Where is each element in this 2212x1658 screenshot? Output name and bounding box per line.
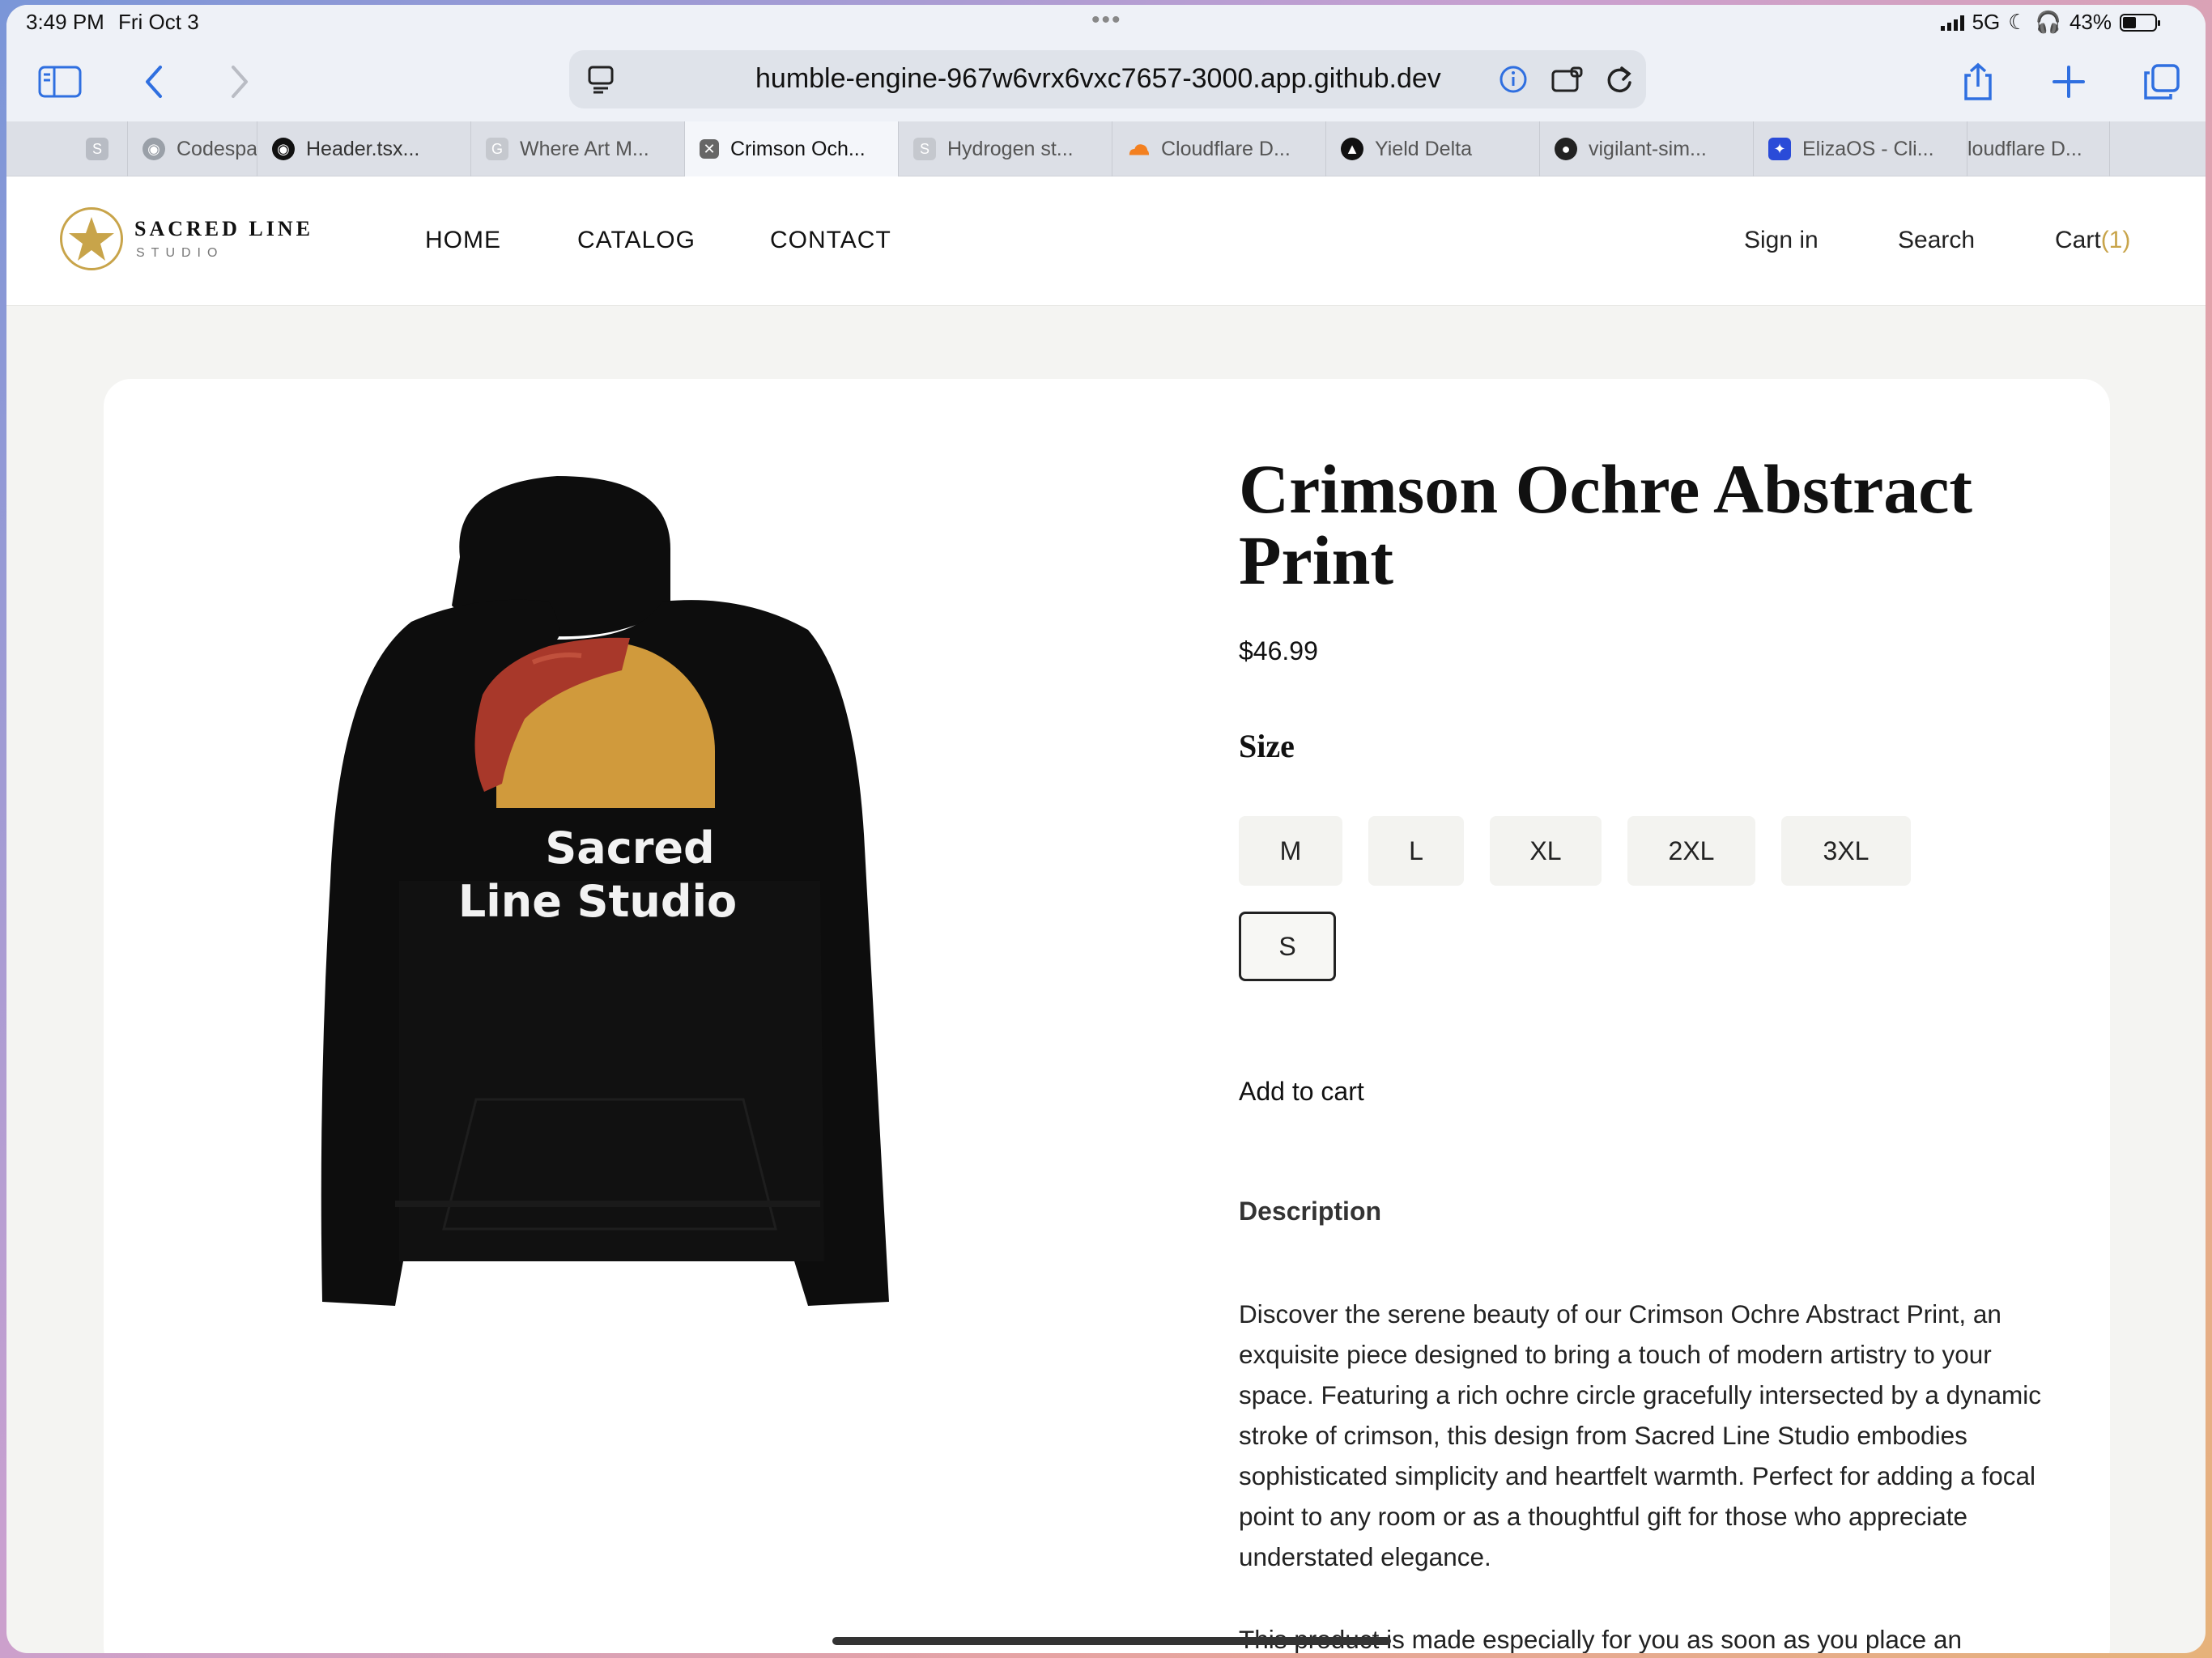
nav-home[interactable]: HOME [425, 227, 501, 254]
size-option-2xl[interactable]: 2XL [1627, 816, 1755, 886]
size-option-m[interactable]: M [1239, 816, 1342, 886]
multitasking-dots-icon[interactable]: ••• [1091, 6, 1122, 34]
reload-icon[interactable] [1604, 63, 1635, 100]
triangle-favicon-icon: ▲ [1341, 138, 1363, 160]
share-icon[interactable] [1958, 60, 1998, 104]
battery-percent: 43% [2069, 10, 2112, 34]
url-text[interactable]: humble-engine-967w6vrx6vxc7657-3000.app.… [755, 63, 1441, 95]
product-title: Crimson Ochre Abstract Print [1239, 450, 1973, 599]
product-price: $46.99 [1239, 636, 1318, 665]
cart-count-badge: (1) [2100, 227, 2131, 253]
size-option-s[interactable]: S [1239, 912, 1336, 981]
ipad-screen: 3:49 PM Fri Oct 3 ••• 5G ☾ 🎧 43% humble-… [6, 5, 2206, 1653]
tab-header-tsx[interactable]: ◉ Header.tsx... [257, 121, 471, 176]
brand-name[interactable]: SACRED LINE [134, 217, 313, 241]
print-text-line2: Line Studio [458, 876, 737, 927]
tab-label: loudflare D... [1967, 137, 2082, 160]
back-icon[interactable] [136, 60, 172, 104]
nav-contact[interactable]: CONTACT [770, 227, 891, 254]
status-indicators: 5G ☾ 🎧 43% [1940, 10, 2160, 35]
size-option-l[interactable]: L [1368, 816, 1464, 886]
status-time: 3:49 PM [26, 10, 104, 34]
cart-link[interactable]: Cart(1) [2055, 227, 2130, 254]
s-favicon-icon: S [913, 138, 936, 160]
description-text-continued: This product is made especially for you … [1239, 1625, 1962, 1653]
s-favicon-icon: S [86, 138, 108, 160]
tab-elizaos[interactable]: ✦ ElizaOS - Cli... [1754, 121, 1967, 176]
search-link[interactable]: Search [1898, 227, 1975, 254]
tab-pinned-s[interactable]: S [71, 121, 128, 176]
tab-label: Crimson Och... [730, 137, 866, 160]
tab-label: Header.tsx... [306, 137, 420, 160]
cart-label: Cart [2055, 227, 2101, 253]
tab-label: ElizaOS - Cli... [1802, 137, 1934, 160]
add-to-cart-button[interactable]: Add to cart [1239, 1077, 1364, 1107]
status-date: Fri Oct 3 [118, 10, 199, 34]
product-image[interactable]: Sacred Line Studio [290, 427, 1002, 1326]
tab-vigilant[interactable]: ● vigilant-sim... [1540, 121, 1754, 176]
tab-label: Cloudflare D... [1161, 137, 1291, 160]
print-text-line1: Sacred [545, 823, 714, 874]
browser-toolbar: humble-engine-967w6vrx6vxc7657-3000.app.… [6, 42, 2206, 121]
info-icon[interactable] [1499, 65, 1528, 98]
site-header: SACRED LINE STUDIO HOME CATALOG CONTACT … [6, 176, 2206, 306]
tab-crimson-ochre[interactable]: ✕ Crimson Och... [685, 121, 899, 176]
new-tab-icon[interactable] [2048, 60, 2089, 104]
description-text: Discover the serene beauty of our Crimso… [1239, 1299, 2041, 1571]
nav-catalog[interactable]: CATALOG [577, 227, 696, 254]
size-option-xl[interactable]: XL [1490, 816, 1602, 886]
tab-hydrogen[interactable]: S Hydrogen st... [899, 121, 1112, 176]
extension-icon[interactable] [1551, 65, 1585, 98]
cloudflare-favicon-icon [1127, 138, 1150, 160]
moon-icon: ☾ [2008, 10, 2027, 34]
network-label: 5G [1972, 10, 2001, 34]
github-favicon-icon: ◉ [143, 138, 165, 160]
dark-circle-favicon-icon: ● [1555, 138, 1577, 160]
tab-label: Yield Delta [1375, 137, 1472, 160]
tab-cloudflare[interactable]: Cloudflare D... [1112, 121, 1326, 176]
tab-label: Codespa [177, 137, 257, 160]
battery-icon [2120, 13, 2160, 32]
tab-codespaces[interactable]: ◉ Codespa [128, 121, 257, 176]
g-favicon-icon: G [486, 138, 508, 160]
sidebar-toggle-icon[interactable] [36, 60, 84, 104]
brand-subtitle: STUDIO [136, 246, 224, 260]
product-card: Sacred Line Studio Crimson Ochre Abstrac… [104, 379, 2110, 1653]
home-indicator[interactable] [832, 1637, 1391, 1645]
tab-label: Where Art M... [520, 137, 649, 160]
headphones-icon: 🎧 [2035, 10, 2061, 34]
sign-in-link[interactable]: Sign in [1744, 227, 1819, 254]
size-label: Size [1239, 728, 1295, 764]
forward-icon[interactable] [222, 60, 257, 104]
tab-overview-icon[interactable] [2141, 60, 2183, 104]
tab-yield-delta[interactable]: ▲ Yield Delta [1326, 121, 1540, 176]
signal-icon [1940, 15, 1964, 31]
star-logo-icon[interactable] [60, 207, 123, 270]
page-menu-icon[interactable] [587, 65, 615, 98]
tab-cloudflare-2[interactable]: loudflare D... [1967, 121, 2110, 176]
tab-label: vigilant-sim... [1589, 137, 1707, 160]
tab-strip: S ◉ Codespa ◉ Header.tsx... G Where Art … [6, 121, 2206, 176]
status-bar: 3:49 PM Fri Oct 3 ••• 5G ☾ 🎧 43% [6, 5, 2206, 42]
github-favicon-icon: ◉ [272, 138, 295, 160]
tab-label: Hydrogen st... [947, 137, 1074, 160]
address-bar[interactable]: humble-engine-967w6vrx6vxc7657-3000.app.… [569, 50, 1646, 108]
size-option-3xl[interactable]: 3XL [1781, 816, 1911, 886]
tab-where-art[interactable]: G Where Art M... [471, 121, 685, 176]
close-tab-icon[interactable]: ✕ [700, 139, 719, 159]
eliza-favicon-icon: ✦ [1768, 138, 1791, 160]
description-heading: Description [1239, 1197, 1382, 1226]
